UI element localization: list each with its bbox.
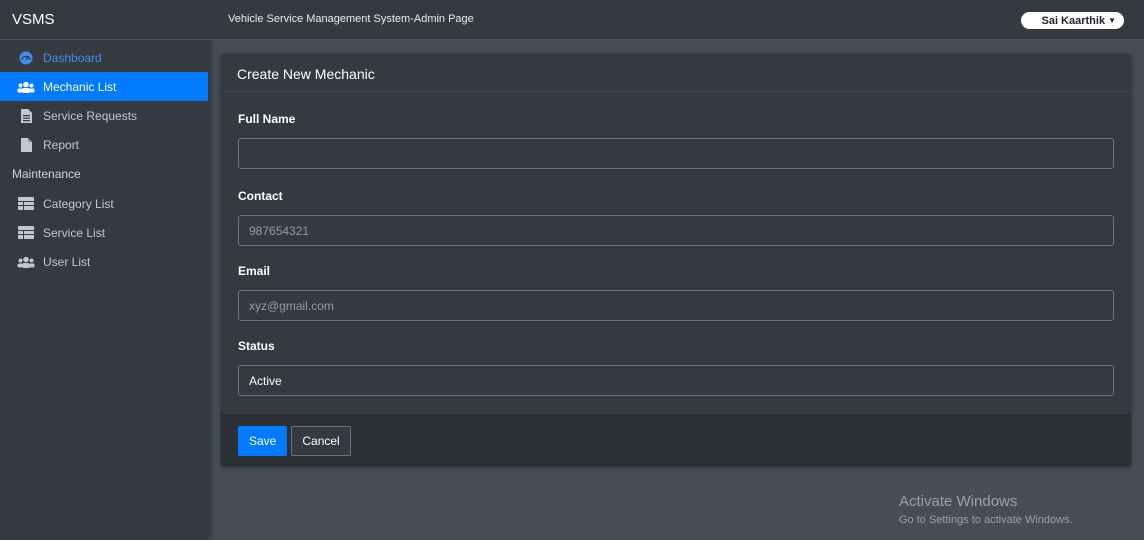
sidebar-item-label: Service List — [43, 225, 106, 240]
watermark-subtitle: Go to Settings to activate Windows. — [899, 514, 1073, 526]
sidebar-item-dashboard[interactable]: Dashboard — [0, 43, 208, 72]
users-icon — [17, 255, 35, 269]
status-selected-value: Active — [249, 373, 282, 388]
sidebar-item-label: Mechanic List — [43, 79, 117, 94]
full-name-input[interactable] — [238, 138, 1114, 169]
top-navbar: Vehicle Service Management System-Admin … — [208, 0, 1144, 40]
status-label: Status — [238, 339, 275, 353]
field-group-email: Email xyz@gmail.com — [238, 264, 1114, 321]
create-mechanic-card: Create New Mechanic Full Name Contact 98… — [221, 54, 1131, 466]
user-name: Sai Kaarthik — [1041, 14, 1106, 27]
contact-input[interactable]: 987654321 — [238, 215, 1114, 246]
sidebar-item-service-list[interactable]: Service List — [0, 218, 208, 247]
watermark-title: Activate Windows — [899, 493, 1018, 510]
contact-label: Contact — [238, 189, 283, 203]
caret-down-icon: ▼ — [1108, 16, 1116, 25]
sidebar-item-mechanic-list[interactable]: Mechanic List — [0, 72, 208, 101]
sidebar-item-user-list[interactable]: User List — [0, 247, 208, 276]
field-group-contact: Contact 987654321 — [238, 189, 1114, 246]
sidebar-item-service-requests[interactable]: Service Requests — [0, 101, 208, 130]
sidebar-item-label: Report — [43, 137, 80, 152]
sidebar-item-label: Category List — [43, 196, 114, 211]
user-menu-button[interactable]: Sai Kaarthik ▼ — [1021, 12, 1124, 29]
form-body: Full Name Contact 987654321 Email xyz@gm… — [221, 92, 1131, 396]
sidebar-item-label: Service Requests — [43, 108, 138, 123]
document-icon — [17, 137, 35, 152]
sidebar-item-label: Dashboard — [43, 50, 102, 65]
sidebar-item-category-list[interactable]: Category List — [0, 189, 208, 218]
status-select[interactable]: Active — [238, 365, 1114, 396]
page-title: Vehicle Service Management System-Admin … — [228, 13, 474, 25]
sidebar-item-report[interactable]: Report — [0, 130, 208, 159]
file-icon — [17, 108, 35, 123]
activate-windows-watermark: Activate Windows Go to Settings to activ… — [899, 493, 1073, 526]
users-icon — [17, 80, 35, 94]
cancel-button[interactable]: Cancel — [291, 426, 351, 456]
save-button[interactable]: Save — [238, 426, 288, 456]
contact-placeholder: 987654321 — [249, 223, 310, 238]
full-name-label: Full Name — [238, 112, 296, 126]
field-group-status: Status Active — [238, 339, 1114, 396]
dashboard-icon — [17, 51, 35, 65]
table-icon — [17, 197, 35, 211]
field-group-full-name: Full Name — [238, 112, 1114, 169]
brand-logo[interactable]: VSMS — [0, 0, 208, 40]
sidebar: VSMS Dashboard Mechanic List Service Req… — [0, 0, 208, 540]
email-placeholder: xyz@gmail.com — [249, 298, 334, 313]
email-input[interactable]: xyz@gmail.com — [238, 290, 1114, 321]
table-icon — [17, 226, 35, 240]
sidebar-section-maintenance: Maintenance — [12, 167, 81, 181]
email-label: Email — [238, 264, 271, 278]
sidebar-item-label: User List — [43, 254, 91, 269]
card-footer: Save Cancel — [221, 414, 1131, 466]
card-title: Create New Mechanic — [221, 54, 1131, 92]
sidebar-nav: Dashboard Mechanic List Service Requests… — [0, 40, 208, 276]
